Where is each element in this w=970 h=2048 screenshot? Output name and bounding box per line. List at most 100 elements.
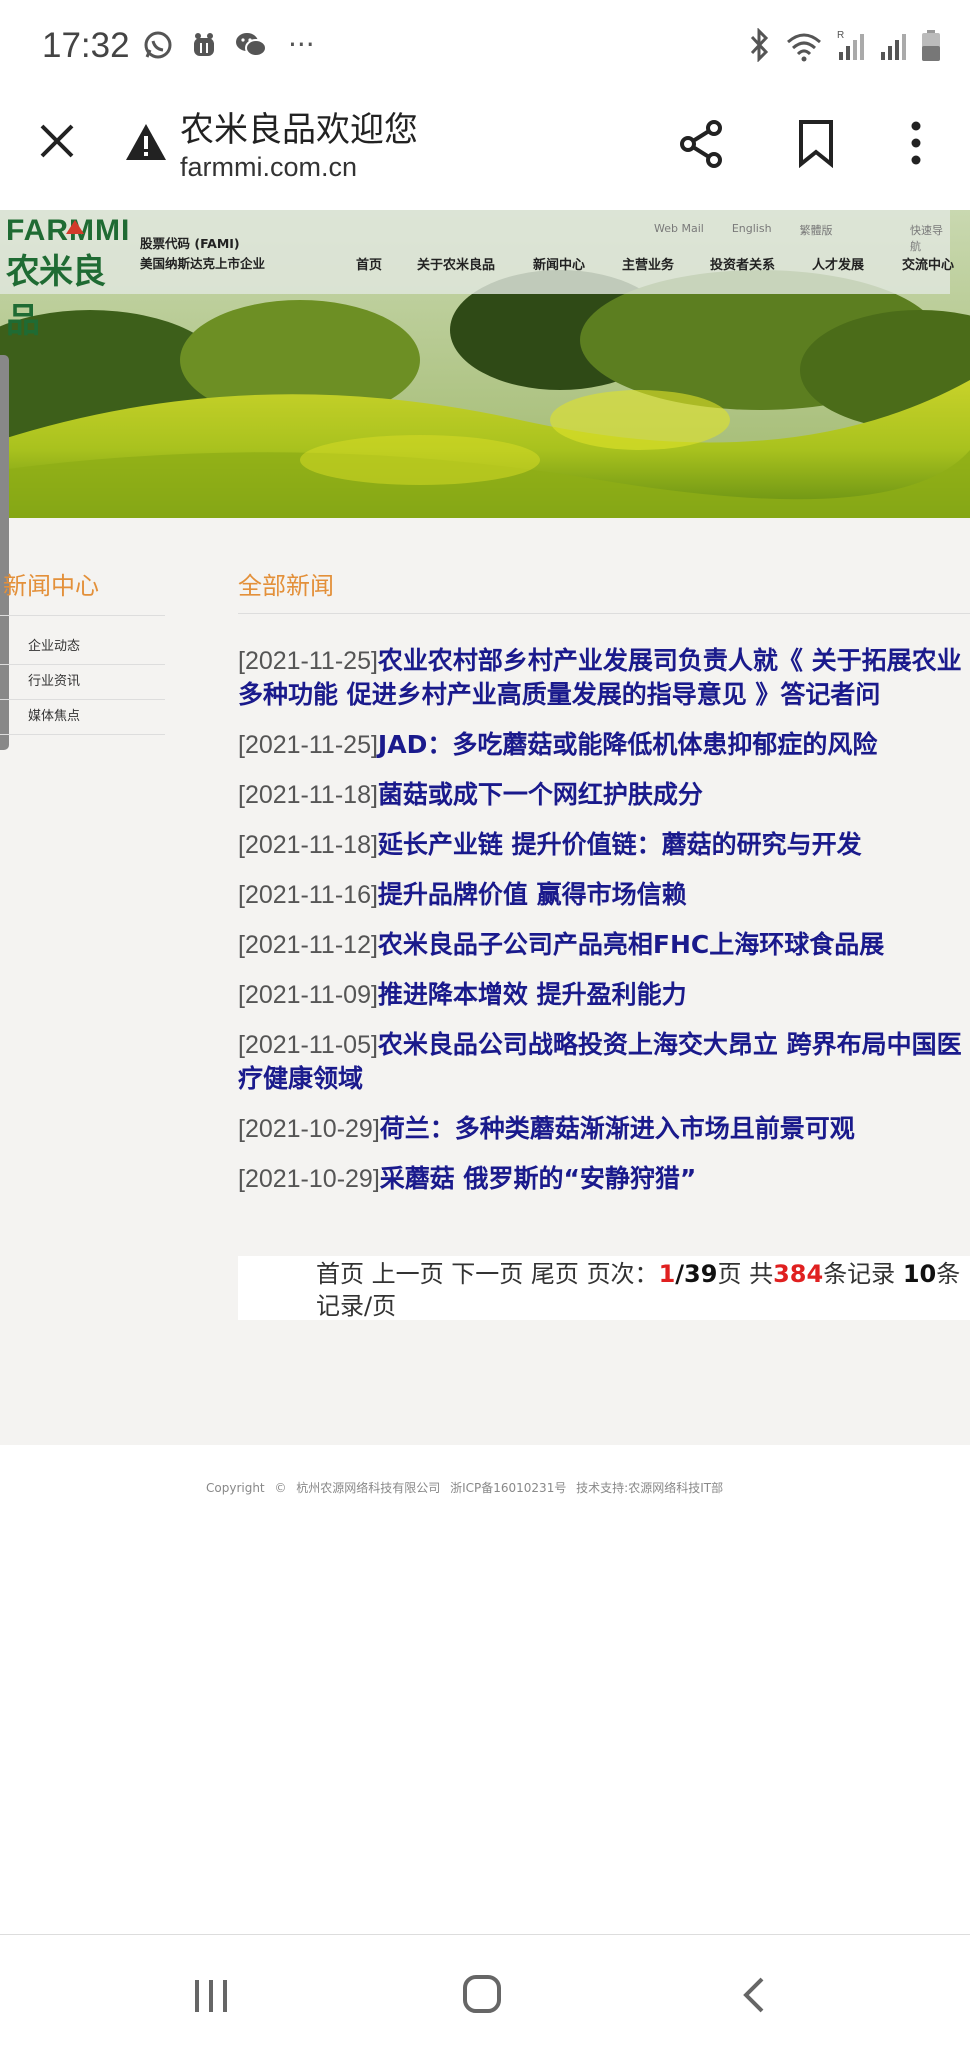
top-links: Web Mail English 繁體版 xyxy=(654,222,833,238)
footer-support: 技术支持:农源网络科技IT部 xyxy=(576,1481,724,1495)
pager-last[interactable]: 尾页 xyxy=(531,1260,579,1288)
site-header: FARMMI 农米良品 股票代码 (FAMI) 美国纳斯达克上市企业 Web M… xyxy=(0,210,954,341)
list-item: [2021-11-18]菌菇或成下一个网红护肤成分 xyxy=(238,778,970,812)
footer-text: Copyright © 杭州农源网络科技有限公司 浙ICP备16010231号 … xyxy=(206,1479,723,1496)
traditional-chinese-link[interactable]: 繁體版 xyxy=(800,222,833,238)
list-item: [2021-11-18]延长产业链 提升价值链：蘑菇的研究与开发 xyxy=(238,828,970,862)
close-icon[interactable] xyxy=(38,122,76,160)
page-title: 农米良品欢迎您 xyxy=(180,110,418,150)
svg-text:R: R xyxy=(837,30,844,41)
pager-records-suffix: 条记录 xyxy=(823,1260,896,1288)
share-icon[interactable] xyxy=(676,118,728,170)
pagination: 首页 上一页 下一页 尾页 页次：1/39页 共384条记录 10条记录/页 xyxy=(238,1256,970,1320)
home-icon[interactable] xyxy=(462,1974,502,2014)
news-section-title: 全部新闻 xyxy=(238,566,970,614)
website-viewport: FARMMI 农米良品 股票代码 (FAMI) 美国纳斯达克上市企业 Web M… xyxy=(0,210,970,1445)
warning-icon[interactable] xyxy=(124,122,168,162)
page-url[interactable]: farmmi.com.cn xyxy=(180,152,357,183)
news-date: [2021-11-16] xyxy=(238,881,378,909)
wechat-icon xyxy=(236,32,267,57)
news-date: [2021-11-05] xyxy=(238,1031,378,1059)
news-link[interactable]: 采蘑菇 俄罗斯的“安静狩猎” xyxy=(380,1164,697,1193)
system-icons: R xyxy=(746,28,942,62)
nav-news[interactable]: 新闻中心 xyxy=(533,254,622,273)
status-time: 17:32 xyxy=(42,26,130,65)
news-date: [2021-11-12] xyxy=(238,931,378,959)
battery-icon xyxy=(922,30,940,61)
news-main: 全部新闻 [2021-11-25]农业农村部乡村产业发展司负责人就《 关于拓展农… xyxy=(238,566,970,1320)
quick-nav-link[interactable]: 快速导航 xyxy=(910,222,950,254)
news-link[interactable]: 农米良品子公司产品亮相FHC上海环球食品展 xyxy=(378,930,884,959)
news-date: [2021-11-18] xyxy=(238,831,378,859)
more-notifications: ··· xyxy=(288,28,315,61)
nasdaq-listing: 美国纳斯达克上市企业 xyxy=(140,256,266,271)
sidebar-list: 企业动态 行业资讯 媒体焦点 xyxy=(0,630,165,735)
news-date: [2021-11-25] xyxy=(238,647,378,675)
news-date: [2021-11-09] xyxy=(238,981,378,1009)
browser-toolbar: 农米良品欢迎您 farmmi.com.cn xyxy=(0,92,970,210)
pager-per-page: 10 xyxy=(902,1260,937,1288)
signal-icon: R xyxy=(837,30,864,60)
stock-code: 股票代码 (FAMI) xyxy=(140,236,240,251)
logo-cn: 农米良品 xyxy=(6,252,106,341)
site-footer: Copyright © 杭州农源网络科技有限公司 浙ICP备16010231号 … xyxy=(0,1445,970,1935)
pager-total-prefix: 共 xyxy=(749,1260,774,1288)
sidebar-item-media-focus[interactable]: 媒体焦点 xyxy=(0,700,165,735)
wifi-icon xyxy=(787,33,821,62)
list-item: [2021-11-12]农米良品子公司产品亮相FHC上海环球食品展 xyxy=(238,928,970,962)
nav-about[interactable]: 关于农米良品 xyxy=(417,254,533,273)
pager-total-pages: /39 xyxy=(675,1260,718,1288)
bookmark-icon[interactable] xyxy=(796,118,836,168)
pager-prev[interactable]: 上一页 xyxy=(372,1260,444,1288)
nav-contact[interactable]: 交流中心 xyxy=(902,254,962,273)
news-link[interactable]: JAD：多吃蘑菇或能降低机体患抑郁症的风险 xyxy=(378,730,877,759)
news-link[interactable]: 菌菇或成下一个网红护肤成分 xyxy=(378,780,703,809)
list-item: [2021-11-09]推进降本增效 提升盈利能力 xyxy=(238,978,970,1012)
nav-home[interactable]: 首页 xyxy=(356,254,417,273)
list-item: [2021-11-25]JAD：多吃蘑菇或能降低机体患抑郁症的风险 xyxy=(238,728,970,762)
english-link[interactable]: English xyxy=(732,222,772,238)
whatsapp-icon xyxy=(144,31,172,58)
list-item: [2021-10-29]采蘑菇 俄罗斯的“安静狩猎” xyxy=(238,1162,970,1196)
pager-first[interactable]: 首页 xyxy=(316,1260,364,1288)
pager-current: 1 xyxy=(658,1260,676,1288)
list-item: [2021-11-16]提升品牌价值 赢得市场信赖 xyxy=(238,878,970,912)
bluetooth-icon xyxy=(750,28,769,62)
back-icon[interactable] xyxy=(740,1976,768,2014)
sidebar-item-company-news[interactable]: 企业动态 xyxy=(0,630,165,665)
news-link[interactable]: 荷兰：多种类蘑菇渐渐进入市场且前景可观 xyxy=(380,1114,855,1143)
status-bar: 17:32 ··· R xyxy=(0,0,970,92)
notification-icons: ··· xyxy=(142,28,315,61)
pager-page-suffix: 页 xyxy=(717,1260,742,1288)
list-item: [2021-10-29]荷兰：多种类蘑菇渐渐进入市场且前景可观 xyxy=(238,1112,970,1146)
footer-icp[interactable]: 浙ICP备16010231号 xyxy=(450,1481,566,1495)
sidebar-item-industry-news[interactable]: 行业资讯 xyxy=(0,665,165,700)
signal-icon-2 xyxy=(881,34,906,60)
footer-copyright: Copyright © 杭州农源网络科技有限公司 xyxy=(206,1481,441,1495)
app-icon xyxy=(194,32,214,56)
list-item: [2021-11-25]农业农村部乡村产业发展司负责人就《 关于拓展农业多种功能… xyxy=(238,644,970,712)
pager-total-records: 384 xyxy=(773,1260,824,1288)
farmmi-logo[interactable]: FARMMI 农米良品 xyxy=(6,214,136,341)
nav-business[interactable]: 主营业务 xyxy=(622,254,710,273)
stock-info: 股票代码 (FAMI) 美国纳斯达克上市企业 xyxy=(140,234,265,274)
pager-next[interactable]: 下一页 xyxy=(451,1260,523,1288)
nav-careers[interactable]: 人才发展 xyxy=(812,254,902,273)
news-date: [2021-11-18] xyxy=(238,781,378,809)
logo-triangle xyxy=(66,220,84,234)
more-options-icon[interactable] xyxy=(904,118,928,168)
news-date: [2021-11-25] xyxy=(238,731,378,759)
pager-page-label: 页次： xyxy=(586,1260,659,1288)
list-item: [2021-11-05]农米良品公司战略投资上海交大昂立 跨界布局中国医疗健康领… xyxy=(238,1028,970,1096)
system-nav-bar xyxy=(0,1936,970,2048)
sidebar: 新闻中心 企业动态 行业资讯 媒体焦点 xyxy=(0,566,165,735)
news-link[interactable]: 延长产业链 提升价值链：蘑菇的研究与开发 xyxy=(378,830,862,859)
news-date: [2021-10-29] xyxy=(238,1115,380,1143)
news-date: [2021-10-29] xyxy=(238,1165,380,1193)
news-list: [2021-11-25]农业农村部乡村产业发展司负责人就《 关于拓展农业多种功能… xyxy=(238,644,970,1196)
webmail-link[interactable]: Web Mail xyxy=(654,222,704,238)
recent-apps-icon[interactable] xyxy=(192,1978,230,2014)
sidebar-title: 新闻中心 xyxy=(0,566,165,616)
news-link[interactable]: 推进降本增效 提升盈利能力 xyxy=(378,980,687,1009)
news-link[interactable]: 提升品牌价值 赢得市场信赖 xyxy=(378,880,687,909)
